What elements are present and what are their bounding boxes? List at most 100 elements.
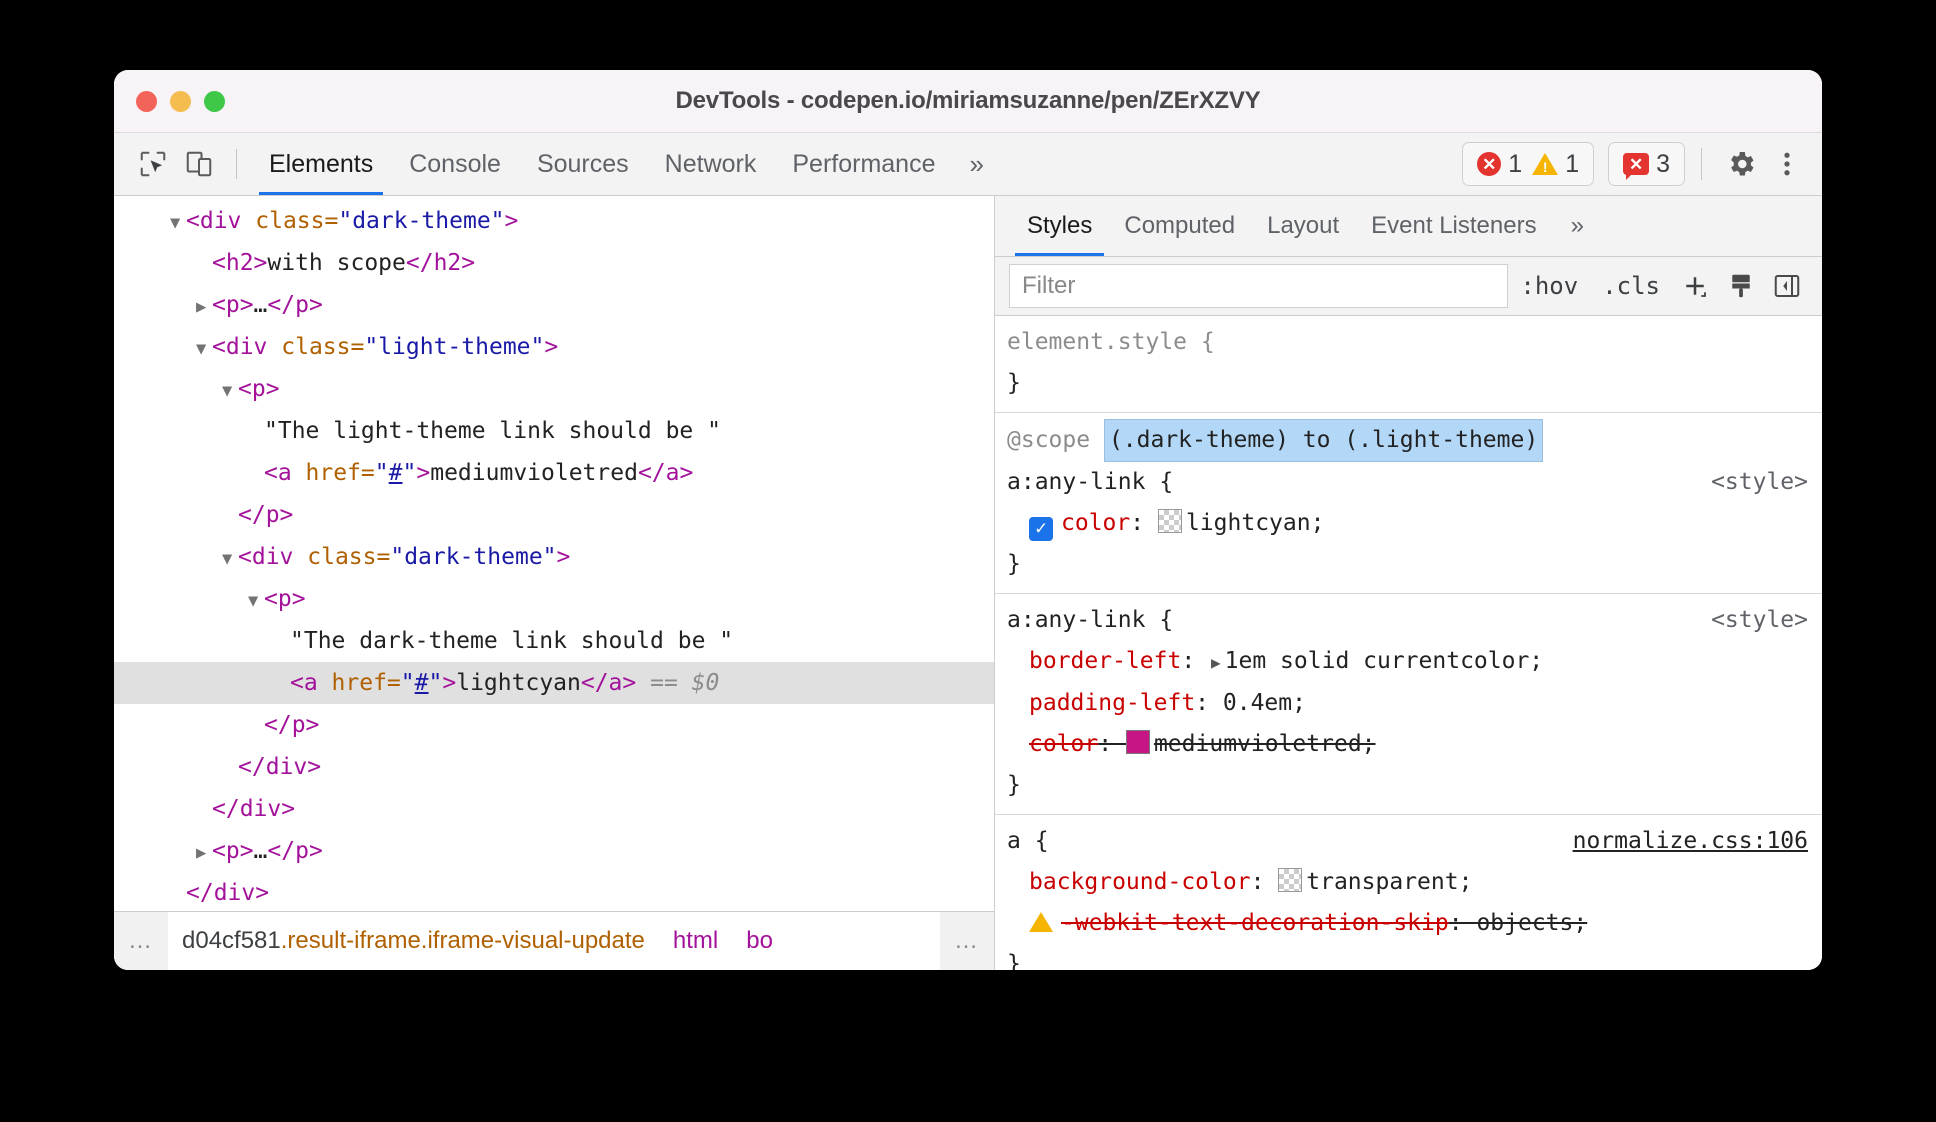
css-selector[interactable]: element.style { bbox=[1007, 322, 1215, 363]
close-window-button[interactable] bbox=[136, 90, 157, 112]
breadcrumb-overflow-left[interactable]: … bbox=[114, 912, 168, 970]
dom-node[interactable]: </div> bbox=[114, 872, 994, 911]
kebab-menu-icon[interactable] bbox=[1764, 144, 1810, 184]
tab-computed[interactable]: Computed bbox=[1108, 196, 1251, 256]
plus-icon[interactable] bbox=[1672, 265, 1718, 307]
hov-button[interactable]: :hov bbox=[1508, 265, 1590, 307]
color-swatch[interactable] bbox=[1278, 868, 1303, 892]
error-counter[interactable]: ✕ 1 bbox=[1477, 150, 1522, 179]
breadcrumb-overflow-right[interactable]: … bbox=[940, 912, 994, 970]
css-property[interactable]: color bbox=[1061, 503, 1130, 544]
css-value[interactable]: mediumvioletred; bbox=[1154, 724, 1376, 765]
minimize-window-button[interactable] bbox=[170, 90, 191, 112]
maximize-window-button[interactable] bbox=[204, 90, 225, 112]
dom-link[interactable]: # bbox=[389, 460, 403, 486]
dom-txt: … bbox=[253, 838, 268, 864]
dom-node[interactable]: <a href="#">mediumvioletred</a> bbox=[114, 452, 994, 494]
tab-network[interactable]: Network bbox=[647, 133, 775, 195]
toolbar-divider bbox=[236, 149, 237, 179]
dom-node[interactable]: "The light-theme link should be " bbox=[114, 410, 994, 452]
dom-node[interactable]: ▼ <div class="dark-theme"> bbox=[114, 536, 994, 578]
color-swatch[interactable] bbox=[1125, 730, 1150, 754]
dom-node-selected[interactable]: <a href="#">lightcyan</a> == $0 bbox=[114, 662, 994, 704]
dom-node[interactable]: "The dark-theme link should be " bbox=[114, 620, 994, 662]
dom-node[interactable]: ▶ <p>…</p> bbox=[114, 284, 994, 326]
css-value[interactable]: transparent; bbox=[1306, 862, 1472, 903]
paintbrush-icon[interactable] bbox=[1718, 265, 1764, 307]
twisty-expanded-icon[interactable]: ▼ bbox=[170, 202, 186, 244]
rule-origin: <style> bbox=[1711, 469, 1808, 495]
cls-button[interactable]: .cls bbox=[1590, 265, 1672, 307]
css-property[interactable]: -webkit-text-decoration-skip bbox=[1061, 903, 1449, 944]
css-rule-close: } bbox=[1007, 951, 1021, 970]
css-value[interactable]: objects; bbox=[1476, 903, 1587, 944]
dom-tag: > bbox=[416, 460, 431, 486]
issues-counter[interactable]: ✕ 3 bbox=[1608, 142, 1685, 186]
at-rule-value[interactable]: (.dark-theme) to (.light-theme) bbox=[1103, 419, 1544, 462]
dom-attr: href= bbox=[305, 460, 375, 486]
css-property[interactable]: color bbox=[1029, 724, 1098, 765]
dom-node[interactable]: ▼ <p> bbox=[114, 368, 994, 410]
breadcrumb-item-body[interactable]: bo bbox=[732, 912, 787, 970]
dom-txt: "The dark-theme link should be " bbox=[290, 628, 734, 654]
twisty-expanded-icon[interactable]: ▼ bbox=[248, 580, 264, 622]
css-rules-list[interactable]: element.style {} @scope (.dark-theme) to … bbox=[995, 316, 1822, 970]
devtools-body: ▼ <div class="dark-theme"> <h2>with scope<… bbox=[114, 196, 1822, 970]
dom-tag: <p> bbox=[238, 376, 280, 402]
tab-styles-label: Styles bbox=[1027, 212, 1093, 239]
console-counters[interactable]: ✕ 1 ! 1 bbox=[1462, 142, 1595, 186]
tab-layout[interactable]: Layout bbox=[1251, 196, 1355, 256]
rule-origin: <style> bbox=[1711, 607, 1808, 633]
expand-shorthand-icon[interactable]: ▶ bbox=[1211, 642, 1221, 683]
tab-console[interactable]: Console bbox=[391, 133, 519, 195]
twisty-collapsed-icon[interactable]: ▶ bbox=[196, 832, 212, 874]
tab-event-listeners[interactable]: Event Listeners bbox=[1355, 196, 1552, 256]
dom-tag: <h2> bbox=[212, 250, 268, 276]
css-value[interactable]: 0.4em; bbox=[1223, 683, 1306, 724]
css-property[interactable]: padding-left bbox=[1029, 683, 1195, 724]
twisty-expanded-icon[interactable]: ▼ bbox=[196, 328, 212, 370]
dom-node[interactable]: </div> bbox=[114, 788, 994, 830]
gear-icon[interactable] bbox=[1718, 144, 1764, 184]
css-value[interactable]: lightcyan; bbox=[1186, 503, 1324, 544]
toggle-sidebar-icon[interactable] bbox=[1764, 265, 1810, 307]
styles-pane: Styles Computed Layout Event Listeners »… bbox=[995, 196, 1822, 970]
more-panels-chevron-icon[interactable]: » bbox=[953, 133, 999, 195]
css-selector[interactable]: a { bbox=[1007, 821, 1049, 862]
dom-node[interactable]: ▼ <div class="dark-theme"> bbox=[114, 200, 994, 242]
twisty-expanded-icon[interactable]: ▼ bbox=[222, 538, 238, 580]
breadcrumb-item-html[interactable]: html bbox=[659, 912, 732, 970]
inspect-element-icon[interactable] bbox=[130, 144, 176, 184]
css-selector[interactable]: a:any-link { bbox=[1007, 600, 1173, 641]
dom-node[interactable]: </div> bbox=[114, 746, 994, 788]
css-selector[interactable]: a:any-link { bbox=[1007, 462, 1173, 503]
warning-counter[interactable]: ! 1 bbox=[1532, 150, 1579, 179]
declaration-checkbox[interactable]: ✓ bbox=[1029, 516, 1053, 541]
tab-elements[interactable]: Elements bbox=[251, 133, 391, 195]
breadcrumb-item-iframe[interactable]: d04cf581 .result-iframe.iframe-visual-upd… bbox=[168, 912, 659, 970]
dom-node[interactable]: <h2>with scope</h2> bbox=[114, 242, 994, 284]
twisty-collapsed-icon[interactable]: ▶ bbox=[196, 286, 212, 328]
device-toolbar-icon[interactable] bbox=[176, 144, 222, 184]
more-styles-tabs-chevron-icon[interactable]: » bbox=[1553, 196, 1602, 256]
color-swatch[interactable] bbox=[1157, 509, 1182, 533]
declaration-warning-icon bbox=[1029, 912, 1053, 932]
tab-sources[interactable]: Sources bbox=[519, 133, 647, 195]
css-value[interactable]: 1em solid currentcolor; bbox=[1225, 641, 1544, 682]
dom-link[interactable]: # bbox=[415, 670, 429, 696]
dom-node[interactable]: </p> bbox=[114, 704, 994, 746]
dom-node[interactable]: </p> bbox=[114, 494, 994, 536]
dom-tag: </div> bbox=[212, 796, 296, 822]
tab-performance[interactable]: Performance bbox=[774, 133, 953, 195]
twisty-expanded-icon[interactable]: ▼ bbox=[222, 370, 238, 412]
tab-styles[interactable]: Styles bbox=[1011, 196, 1108, 256]
css-property[interactable]: border-left bbox=[1029, 641, 1181, 682]
dom-node[interactable]: ▼ <div class="light-theme"> bbox=[114, 326, 994, 368]
dom-node[interactable]: ▶ <p>…</p> bbox=[114, 830, 994, 872]
filter-input[interactable]: Filter bbox=[1009, 264, 1509, 308]
rule-origin[interactable]: normalize.css:106 bbox=[1573, 821, 1822, 862]
dom-node[interactable]: ▼ <p> bbox=[114, 578, 994, 620]
dom-tree[interactable]: ▼ <div class="dark-theme"> <h2>with scope<… bbox=[114, 196, 994, 911]
issues-badge[interactable]: ✕ 3 bbox=[1623, 150, 1670, 180]
css-property[interactable]: background-color bbox=[1029, 862, 1251, 903]
